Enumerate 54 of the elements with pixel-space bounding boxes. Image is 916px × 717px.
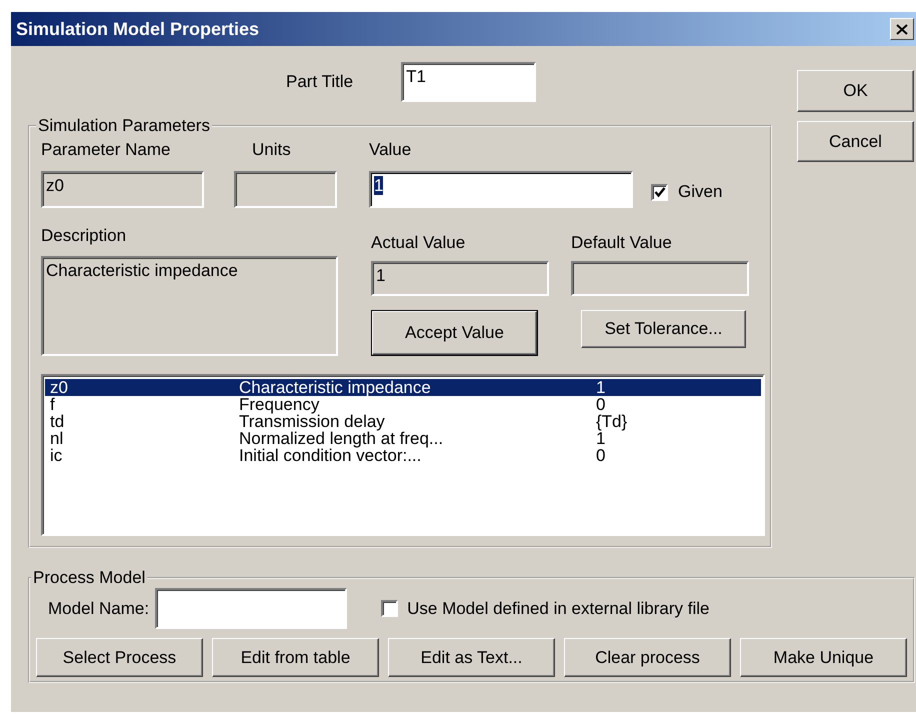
description-label: Description bbox=[41, 226, 128, 246]
window-title: Simulation Model Properties bbox=[16, 18, 260, 40]
parameter-name-field[interactable]: z0 bbox=[41, 171, 204, 208]
parameter-name: nl bbox=[49, 430, 64, 447]
process-button[interactable]: Select Process bbox=[36, 638, 203, 677]
list-row[interactable]: z0 Characteristic impedance 1 bbox=[45, 379, 761, 396]
list-row[interactable]: f Frequency 0 bbox=[45, 396, 761, 413]
cancel-button[interactable]: Cancel bbox=[797, 121, 914, 162]
value-label: Value bbox=[369, 140, 412, 160]
checkbox[interactable] bbox=[651, 184, 668, 200]
default-value-field[interactable] bbox=[571, 261, 749, 296]
process-button[interactable]: Edit as Text... bbox=[388, 638, 555, 677]
parameter-value: 0 bbox=[596, 447, 606, 464]
parameter-description: Initial condition vector:... bbox=[239, 447, 422, 464]
ok-button[interactable]: OK bbox=[797, 70, 914, 112]
parameter-value: {Td} bbox=[596, 413, 628, 430]
group-title: Simulation Parameters bbox=[37, 116, 211, 136]
group-title: Process Model bbox=[32, 568, 146, 588]
set-tolerance-button[interactable]: Set Tolerance... bbox=[581, 310, 746, 348]
default-value-label: Default Value bbox=[571, 233, 672, 253]
units-field[interactable] bbox=[234, 171, 337, 208]
part-title-field[interactable]: T1 bbox=[401, 62, 536, 102]
list-row[interactable]: ic Initial condition vector:... 0 bbox=[45, 447, 761, 464]
parameter-description: Normalized length at freq... bbox=[239, 430, 444, 447]
process-button[interactable]: Edit from table bbox=[212, 638, 379, 677]
parameter-name: z0 bbox=[49, 379, 69, 396]
accept-value-button[interactable]: Accept Value bbox=[371, 310, 538, 356]
units-label: Units bbox=[252, 140, 292, 160]
given-label: Given bbox=[678, 182, 722, 202]
parameter-name-label: Parameter Name bbox=[41, 140, 172, 160]
external-library-label: Use Model defined in external library file bbox=[407, 598, 710, 618]
list-row[interactable]: td Transmission delay {Td} bbox=[45, 413, 761, 430]
process-button[interactable]: Make Unique bbox=[740, 638, 907, 677]
close-button[interactable] bbox=[890, 18, 914, 40]
parameter-name: ic bbox=[49, 447, 64, 464]
parameter-name: f bbox=[49, 396, 56, 413]
parameter-name: td bbox=[49, 413, 66, 430]
parameter-value: 0 bbox=[596, 396, 606, 413]
model-name-label: Model Name: bbox=[48, 598, 150, 618]
process-button[interactable]: Clear process bbox=[564, 638, 731, 677]
checkbox[interactable] bbox=[381, 600, 398, 617]
parameter-description: Transmission delay bbox=[239, 413, 386, 430]
actual-value-label: Actual Value bbox=[371, 233, 466, 253]
parameter-value: 1 bbox=[596, 430, 606, 447]
description-field: Characteristic impedance bbox=[41, 256, 338, 356]
parameter-value: 1 bbox=[596, 379, 606, 396]
list-row[interactable]: nl Normalized length at freq... 1 bbox=[45, 430, 761, 447]
model-name-field[interactable] bbox=[155, 588, 348, 629]
part-title-label: Part Title bbox=[286, 72, 354, 92]
close-icon bbox=[896, 24, 908, 34]
value-field[interactable]: 1 bbox=[369, 171, 633, 208]
actual-value-field[interactable]: 1 bbox=[371, 261, 549, 296]
parameter-description: Characteristic impedance bbox=[239, 379, 432, 396]
parameter-description: Frequency bbox=[239, 396, 320, 413]
